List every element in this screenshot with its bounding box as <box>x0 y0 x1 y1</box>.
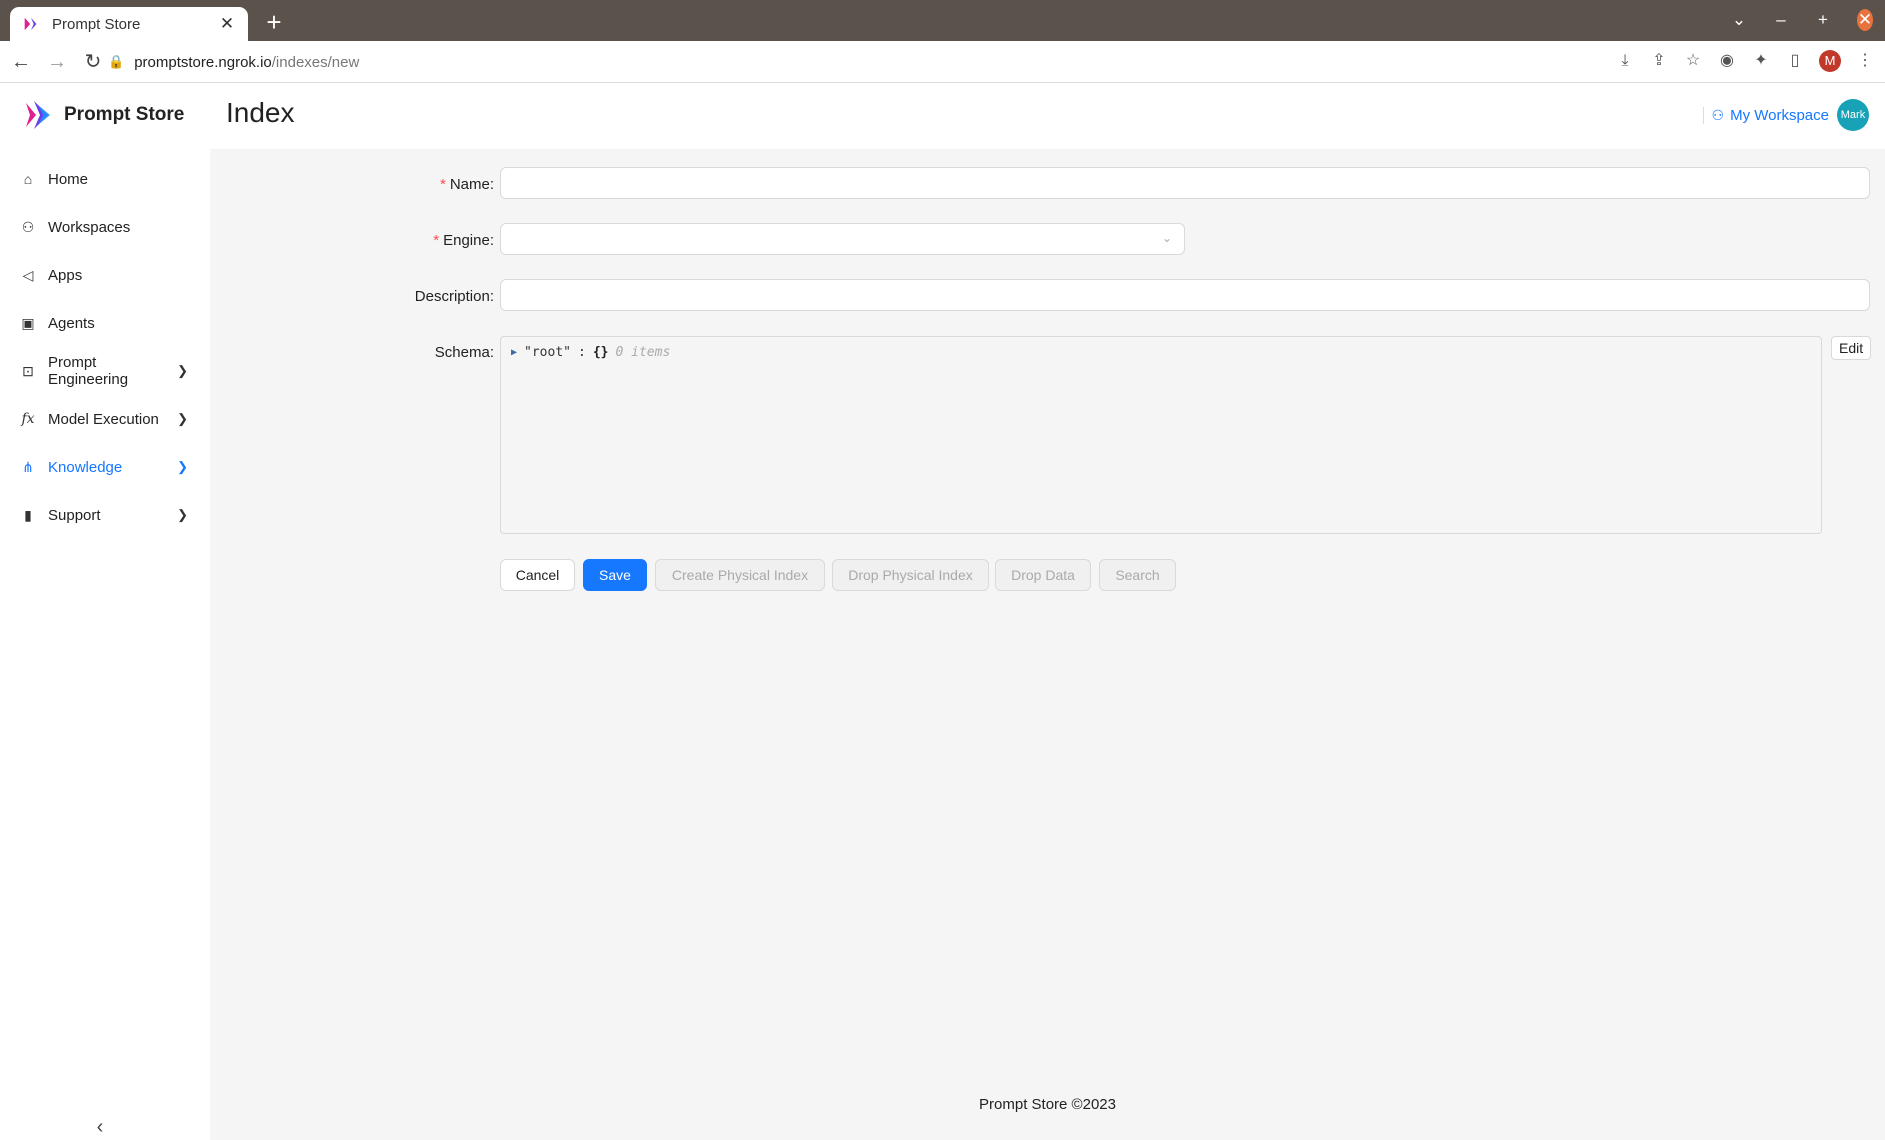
sidebar-item-label: Workspaces <box>48 218 131 236</box>
megaphone-icon: ◁ <box>22 267 34 283</box>
address-field[interactable]: 🔒 promptstore.ngrok.io /indexes/new <box>108 47 1628 77</box>
description-input[interactable] <box>500 279 1870 311</box>
terminal-icon: ⊡ <box>22 363 34 379</box>
save-button[interactable]: Save <box>583 559 647 591</box>
footer: Prompt Store ©2023 <box>979 1096 1116 1113</box>
schema-label: Schema: <box>434 344 494 361</box>
drop-physical-index-button[interactable]: Drop Physical Index <box>832 559 989 591</box>
chevron-right-icon: ❯ <box>177 363 188 378</box>
workspace-link[interactable]: ⚇ My Workspace <box>1702 107 1829 124</box>
sidebar-item-label: Support <box>48 506 101 524</box>
sidebar-item-agents[interactable]: ▣ Agents <box>0 299 210 347</box>
nodes-icon: ⋔ <box>22 459 34 475</box>
main-content: * Name: * Engine: ⌄ Description: Schema: ▶… <box>210 149 1885 1140</box>
window-close-icon[interactable]: ✕ <box>1857 9 1873 31</box>
tab-title: Prompt Store <box>52 15 141 33</box>
tab-close-icon[interactable]: ✕ <box>218 14 236 34</box>
sidebar-menu: ⌂ Home ⚇ Workspaces ◁ Apps ▣ Agents ⊡ Pr… <box>0 155 210 539</box>
sidebar-item-label: Agents <box>48 314 95 332</box>
window-controls: ⌄ – + ✕ <box>1731 9 1873 31</box>
maximize-icon[interactable]: + <box>1815 10 1831 30</box>
book-icon: ▮ <box>24 507 32 523</box>
drop-data-button[interactable]: Drop Data <box>995 559 1091 591</box>
sidebar-item-label: Prompt Engineering <box>48 354 129 388</box>
sidebar-item-prompt-engineering[interactable]: ⊡ Prompt Engineering ❯ <box>0 347 210 395</box>
json-item-count: 0 items <box>615 345 671 360</box>
schema-json-viewer[interactable]: ▶ "root" : {} 0 items <box>500 336 1822 534</box>
json-brace: {} <box>592 345 609 360</box>
brand-name: Prompt Store <box>64 104 185 125</box>
reload-icon[interactable]: ↻ <box>82 51 104 73</box>
json-key: "root" <box>524 345 571 360</box>
url-path: /indexes/new <box>271 53 360 71</box>
share-icon[interactable]: ⇪ <box>1649 51 1669 71</box>
browser-tabstrip: Prompt Store ✕ + ⌄ – + ✕ <box>0 0 1885 41</box>
menu-kebab-icon[interactable]: ⋮ <box>1855 51 1875 71</box>
prompt-store-logo <box>26 101 50 129</box>
tab-list-icon[interactable]: ⌄ <box>1731 10 1747 30</box>
json-root-line: ▶ "root" : {} 0 items <box>511 345 670 360</box>
minimize-icon[interactable]: – <box>1773 10 1789 30</box>
sidebar-item-label: Model Execution <box>48 410 159 428</box>
sidebar-item-label: Apps <box>48 266 83 284</box>
chevron-down-icon: ⌄ <box>1161 231 1172 245</box>
bookmark-star-icon[interactable]: ☆ <box>1683 51 1703 71</box>
name-label-text: Name <box>449 176 490 193</box>
prompt-store-favicon <box>24 17 37 31</box>
sidebar-item-workspaces[interactable]: ⚇ Workspaces <box>0 203 210 251</box>
avatar[interactable]: Mark <box>1837 99 1869 131</box>
users-icon: ⚇ <box>1711 107 1725 123</box>
engine-label-text: Engine <box>443 232 490 249</box>
lock-icon: 🔒 <box>108 54 125 69</box>
name-label: * Name: <box>439 176 494 193</box>
users-icon: ⚇ <box>21 219 35 235</box>
required-marker: * <box>439 176 446 193</box>
expand-caret-icon[interactable]: ▶ <box>511 347 517 358</box>
sidebar-item-label: Home <box>48 170 89 188</box>
home-icon: ⌂ <box>23 171 33 187</box>
schema-label-text: Schema <box>434 344 490 361</box>
description-label: Description: <box>414 288 494 305</box>
chevron-right-icon: ❯ <box>177 507 188 522</box>
page-header: Index ⚇ My Workspace Mark <box>210 83 1885 149</box>
create-physical-index-button[interactable]: Create Physical Index <box>655 559 825 591</box>
engine-label: * Engine: <box>433 232 494 249</box>
new-tab-button[interactable]: + <box>260 9 288 35</box>
sidebar-item-label: Knowledge <box>48 458 123 476</box>
back-icon[interactable]: ← <box>10 51 32 73</box>
function-icon: fx <box>21 411 35 427</box>
browser-toolbar: ← → ↻ 🔒 promptstore.ngrok.io /indexes/ne… <box>0 41 1885 83</box>
sidebar-item-support[interactable]: ▮ Support ❯ <box>0 491 210 539</box>
name-input[interactable] <box>500 167 1870 199</box>
sidebar-item-knowledge[interactable]: ⋔ Knowledge ❯ <box>0 443 210 491</box>
sidebar-item-apps[interactable]: ◁ Apps <box>0 251 210 299</box>
schema-edit-button[interactable]: Edit <box>1831 336 1872 360</box>
engine-select[interactable]: ⌄ <box>500 223 1185 255</box>
install-icon[interactable]: ⤓ <box>1615 51 1635 71</box>
robot-icon: ▣ <box>21 315 35 331</box>
chevron-right-icon: ❯ <box>177 459 188 474</box>
collapse-sidebar-icon[interactable]: ‹ <box>90 1116 110 1138</box>
sidebar-item-model-execution[interactable]: fx Model Execution ❯ <box>0 395 210 443</box>
page-title: Index <box>226 97 295 128</box>
puzzle-icon[interactable]: ✦ <box>1751 51 1771 71</box>
json-colon: : <box>578 345 586 360</box>
brand[interactable]: Prompt Store <box>0 83 210 147</box>
sidebar-item-home[interactable]: ⌂ Home <box>0 155 210 203</box>
toolbar-icons: ⤓ ⇪ ☆ ◉ ✦ ▯ M ⋮ <box>1615 50 1875 72</box>
workspace-label: My Workspace <box>1730 107 1829 124</box>
chevron-right-icon: ❯ <box>177 411 188 426</box>
url-host: promptstore.ngrok.io <box>134 53 272 71</box>
extension-icon[interactable]: ◉ <box>1717 51 1737 71</box>
cancel-button[interactable]: Cancel <box>500 559 575 591</box>
sidebar: Prompt Store ⌂ Home ⚇ Workspaces ◁ Apps … <box>0 83 210 1140</box>
sidepanel-icon[interactable]: ▯ <box>1785 51 1805 71</box>
required-marker: * <box>433 232 440 249</box>
browser-tab[interactable]: Prompt Store ✕ <box>10 7 248 41</box>
forward-icon[interactable]: → <box>46 51 68 73</box>
description-label-text: Description <box>414 288 490 305</box>
profile-avatar[interactable]: M <box>1819 50 1841 72</box>
search-button[interactable]: Search <box>1099 559 1176 591</box>
